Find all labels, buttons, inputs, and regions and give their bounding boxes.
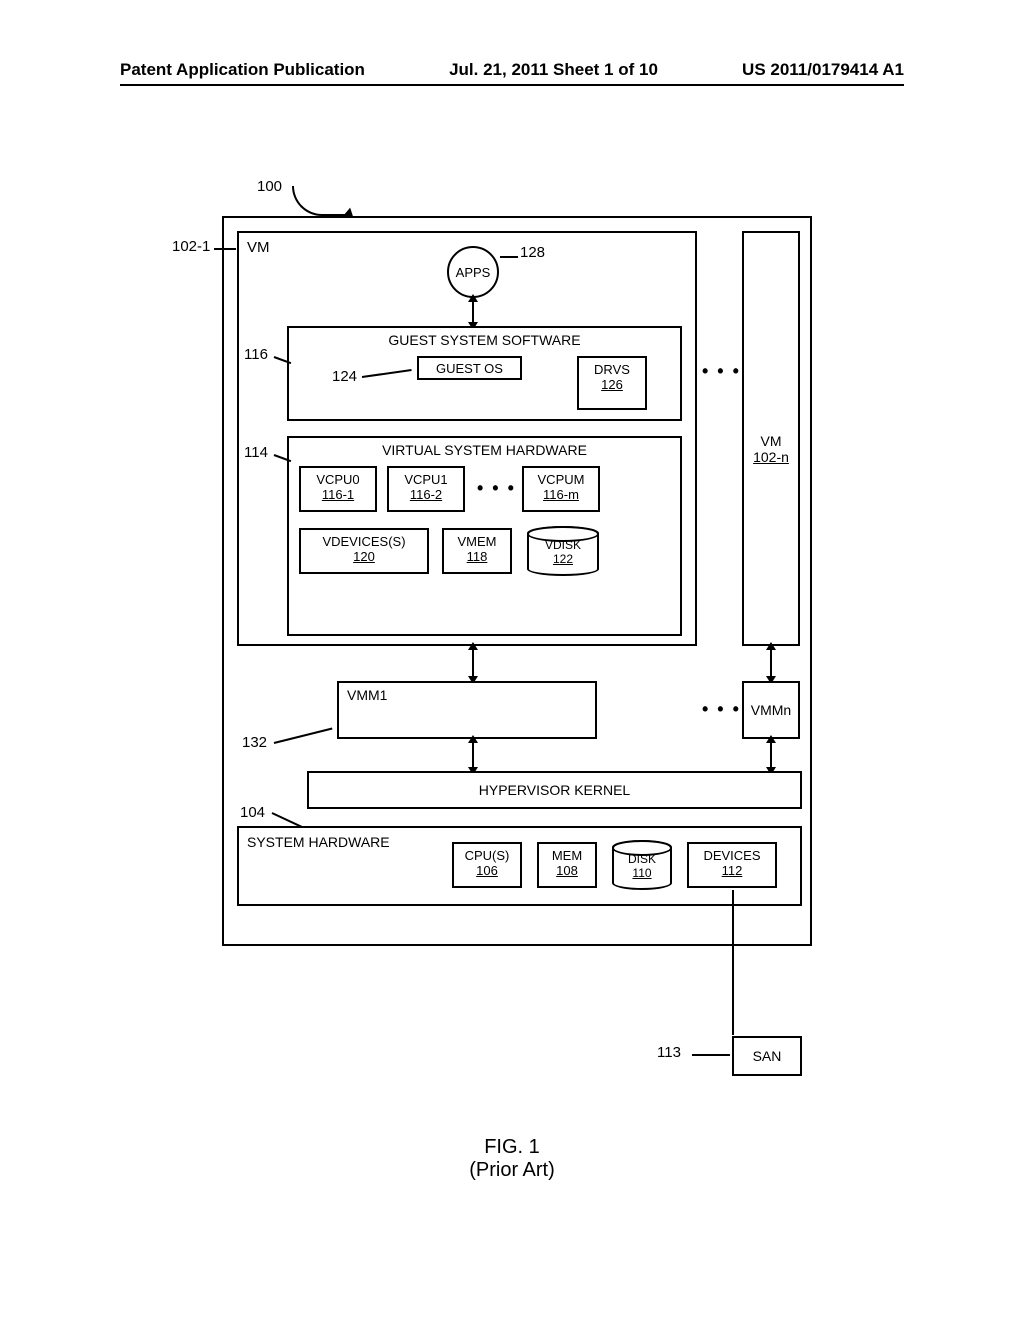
ref-116: 116: [244, 346, 268, 363]
drvs-num: 126: [601, 377, 623, 392]
ref-114: 114: [244, 444, 268, 461]
vdevices-label: VDEVICES(S): [322, 534, 405, 549]
cpus-box: CPU(S) 106: [452, 842, 522, 888]
arrow-apps-gss: [472, 300, 474, 324]
gss-title: GUEST SYSTEM SOFTWARE: [289, 332, 680, 348]
vsh-title: VIRTUAL SYSTEM HARDWARE: [289, 442, 680, 458]
vmem-box: VMEM 118: [442, 528, 512, 574]
leader-102-1: [214, 248, 236, 250]
ref-113: 113: [657, 1044, 681, 1061]
vmmn-box: VMMn: [742, 681, 800, 739]
figure-subtitle: (Prior Art): [202, 1159, 822, 1182]
vcpu0-label: VCPU0: [316, 472, 359, 487]
vdevices-box: VDEVICES(S) 120: [299, 528, 429, 574]
vcpu-dots: • • •: [477, 478, 516, 499]
vmm1-label: VMM1: [347, 687, 387, 703]
hypervisor-box: HYPERVISOR KERNEL: [307, 771, 802, 809]
vcpum-num: 116-m: [543, 487, 579, 502]
vcpu1-num: 116-2: [410, 487, 442, 502]
vm-n-box: VM 102-n: [742, 231, 800, 646]
mem-box: MEM 108: [537, 842, 597, 888]
disk-cylinder: DISK 110: [612, 840, 672, 890]
vmm-dots: • • •: [702, 699, 741, 720]
vcpum-label: VCPUM: [538, 472, 585, 487]
hypervisor-label: HYPERVISOR KERNEL: [479, 782, 630, 798]
vcpu1-label: VCPU1: [404, 472, 447, 487]
cpus-num: 106: [476, 863, 498, 878]
vmem-label: VMEM: [458, 534, 497, 549]
vdisk-cylinder: VDISK 122: [527, 526, 599, 576]
mem-num: 108: [556, 863, 578, 878]
vdisk-label: VDISK: [545, 538, 581, 552]
disk-label: DISK: [628, 852, 656, 866]
syshw-title: SYSTEM HARDWARE: [247, 834, 390, 850]
san-box: SAN: [732, 1036, 802, 1076]
arrow-vm-vmm1: [472, 648, 474, 678]
devices-label: DEVICES: [703, 848, 760, 863]
vcpu0-box: VCPU0 116-1: [299, 466, 377, 512]
ref-104: 104: [240, 804, 265, 821]
vm-dots: • • •: [702, 361, 741, 382]
leader-100: [292, 186, 352, 216]
vmn-num: 102-n: [753, 449, 789, 465]
apps-label: APPS: [456, 265, 491, 280]
vmn-label: VM: [761, 433, 782, 449]
vmmn-label: VMMn: [751, 702, 791, 718]
vmem-num: 118: [467, 549, 488, 564]
line-devices-san: [732, 890, 734, 1035]
vcpu0-num: 116-1: [322, 487, 354, 502]
mem-label: MEM: [552, 848, 582, 863]
drvs-box: DRVS 126: [577, 356, 647, 410]
drvs-label: DRVS: [594, 362, 630, 377]
arrow-vmmn-hyp: [770, 741, 772, 769]
header-left: Patent Application Publication: [120, 60, 365, 80]
ref-132: 132: [242, 734, 267, 751]
figure-number: FIG. 1: [202, 1136, 822, 1159]
san-label: SAN: [753, 1048, 782, 1064]
disk-num: 110: [632, 866, 651, 880]
vmm1-box: VMM1: [337, 681, 597, 739]
vdisk-num: 122: [553, 552, 573, 566]
figure-caption: FIG. 1 (Prior Art): [202, 1136, 822, 1182]
vcpu1-box: VCPU1 116-2: [387, 466, 465, 512]
cpus-label: CPU(S): [465, 848, 510, 863]
header-right: US 2011/0179414 A1: [742, 60, 904, 80]
devices-num: 112: [722, 863, 743, 878]
leader-128: [500, 256, 518, 258]
header-center: Jul. 21, 2011 Sheet 1 of 10: [449, 60, 658, 80]
guest-os-label: GUEST OS: [436, 361, 503, 376]
arrow-vmm1-hyp: [472, 741, 474, 769]
page-header: Patent Application Publication Jul. 21, …: [120, 60, 904, 86]
apps-circle: APPS: [447, 246, 499, 298]
page: Patent Application Publication Jul. 21, …: [0, 0, 1024, 1320]
devices-box: DEVICES 112: [687, 842, 777, 888]
leader-113: [692, 1054, 730, 1056]
ref-100: 100: [257, 178, 282, 195]
guest-os-box: GUEST OS: [417, 356, 522, 380]
arrow-vmn-vmmn: [770, 648, 772, 678]
vm-title: VM: [247, 239, 270, 256]
ref-102-1: 102-1: [172, 238, 210, 255]
vcpum-box: VCPUM 116-m: [522, 466, 600, 512]
vdevices-num: 120: [353, 549, 375, 564]
ref-128: 128: [520, 244, 545, 261]
ref-124: 124: [332, 368, 357, 385]
